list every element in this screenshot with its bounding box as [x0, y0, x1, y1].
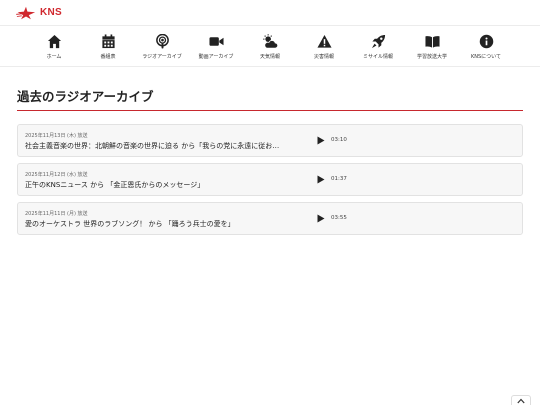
back-to-top-button[interactable]	[511, 395, 531, 405]
video-camera-icon	[208, 34, 224, 49]
book-icon	[424, 34, 440, 49]
archive-title[interactable]: 社会主義音楽の世界：北朝鮮の音楽の世界に迫る から「我らの党に永遠に従お…	[25, 141, 305, 151]
home-icon	[46, 34, 62, 49]
nav-item-schedule[interactable]: 番組表	[81, 34, 135, 60]
nav-item-missile[interactable]: ミサイル情報	[351, 34, 405, 60]
page-title: 過去のラジオアーカイブ	[17, 86, 523, 111]
play-icon[interactable]	[317, 136, 325, 145]
nav-label: ミサイル情報	[362, 54, 393, 60]
warning-icon	[316, 34, 332, 49]
nav-label: 番組表	[100, 54, 116, 60]
nav-item-home[interactable]: ホーム	[27, 34, 81, 60]
nav-label: 災害情報	[313, 54, 334, 60]
rocket-icon	[370, 34, 386, 49]
play-icon[interactable]	[317, 175, 325, 184]
site-logo[interactable]: KNS	[16, 6, 62, 20]
nav-label: 学習放送大学	[416, 54, 447, 60]
archive-item[interactable]: 2025年11月12日 (水) 放送 正午のKNSニュース から 「金正恩氏から…	[17, 163, 523, 196]
nav-item-weather[interactable]: 天気情報	[243, 34, 297, 60]
nav-item-video-archive[interactable]: 動画アーカイブ	[189, 34, 243, 60]
nav-label: 動画アーカイブ	[198, 54, 234, 60]
logo-text: KNS	[40, 7, 63, 18]
nav-label: ホーム	[46, 54, 62, 60]
archive-item[interactable]: 2025年11月11日 (月) 放送 愛のオーケストラ 世界のラブソング！ から…	[17, 202, 523, 235]
star-logo-icon	[16, 6, 36, 19]
nav-label: ラジオアーカイブ	[142, 54, 182, 60]
podcast-icon	[154, 34, 170, 49]
nav-item-university[interactable]: 学習放送大学	[405, 34, 459, 60]
nav-label: KNSについて	[470, 54, 502, 60]
duration: 01:37	[331, 176, 347, 182]
broadcast-date: 2025年11月13日 (木) 放送	[25, 133, 88, 139]
broadcast-date: 2025年11月11日 (月) 放送	[25, 211, 88, 217]
play-icon[interactable]	[317, 214, 325, 223]
archive-item[interactable]: 2025年11月13日 (木) 放送 社会主義音楽の世界：北朝鮮の音楽の世界に迫…	[17, 124, 523, 157]
duration: 03:55	[331, 215, 347, 221]
weather-icon	[262, 34, 278, 49]
top-bar: KNS	[0, 0, 540, 26]
nav-item-radio-archive[interactable]: ラジオアーカイブ	[135, 34, 189, 60]
nav-label: 天気情報	[259, 54, 280, 60]
main-content: 過去のラジオアーカイブ 2025年11月13日 (木) 放送 社会主義音楽の世界…	[0, 86, 540, 235]
archive-title[interactable]: 正午のKNSニュース から 「金正恩氏からのメッセージ」	[25, 180, 305, 190]
nav-item-disaster[interactable]: 災害情報	[297, 34, 351, 60]
radio-archive-list: 2025年11月13日 (木) 放送 社会主義音楽の世界：北朝鮮の音楽の世界に迫…	[17, 124, 523, 235]
info-icon	[478, 34, 494, 49]
chevron-up-icon	[517, 398, 525, 404]
duration: 03:10	[331, 137, 347, 143]
broadcast-date: 2025年11月12日 (水) 放送	[25, 172, 88, 178]
nav-item-about[interactable]: KNSについて	[459, 34, 513, 60]
archive-title[interactable]: 愛のオーケストラ 世界のラブソング！ から 「踊ろう兵士の愛を」	[25, 219, 305, 229]
main-nav: ホーム 番組表 ラジオアーカイブ 動画アーカイブ 天気情報 災害情報 ミサイル情…	[0, 26, 540, 67]
calendar-icon	[100, 34, 116, 49]
